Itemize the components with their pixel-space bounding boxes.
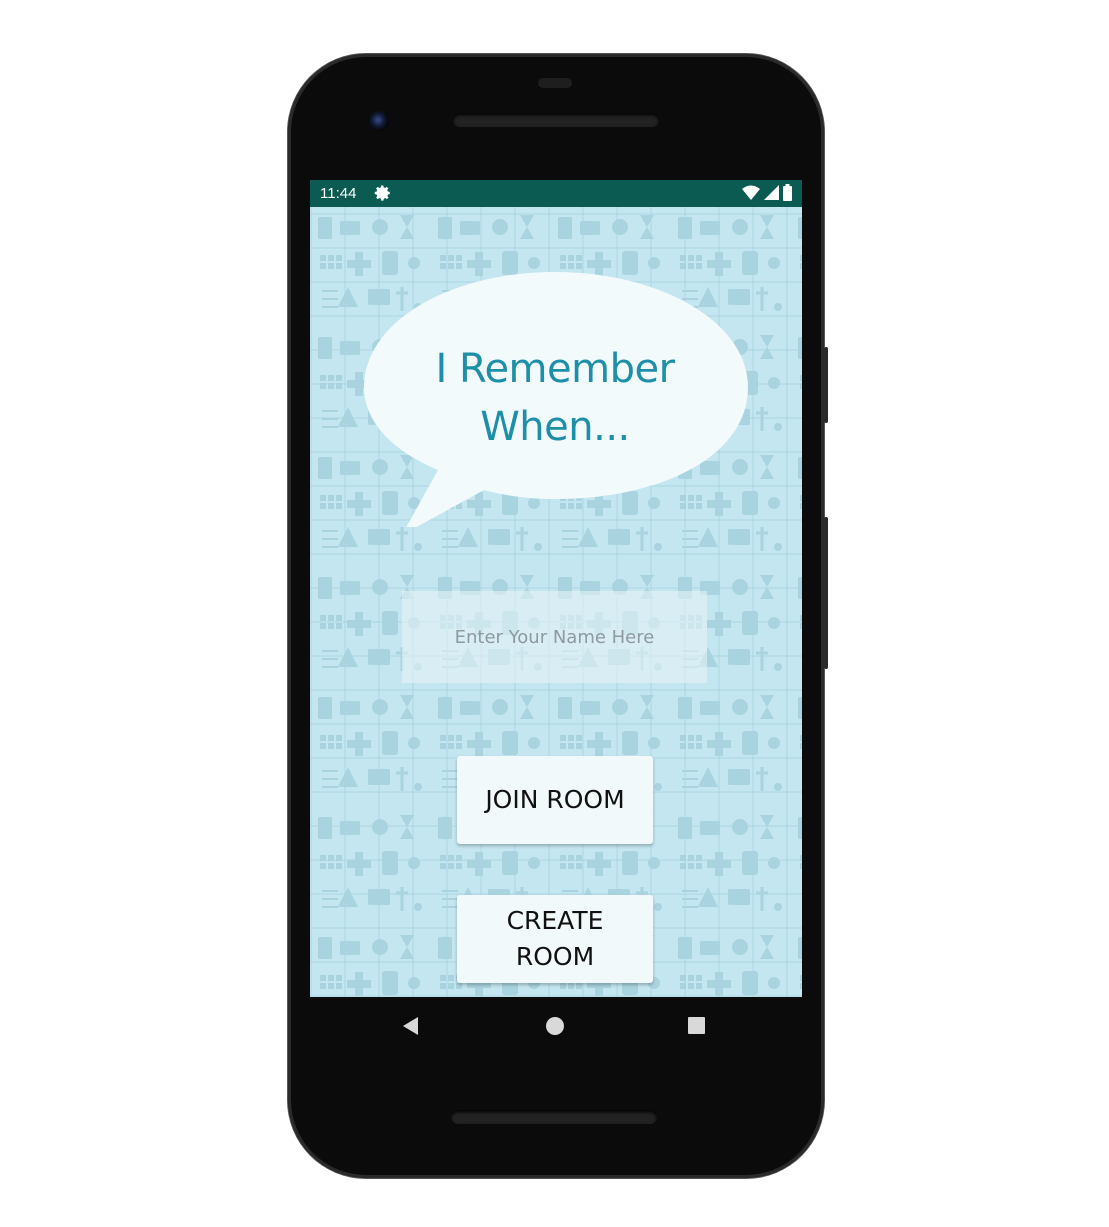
power-button (824, 347, 828, 423)
status-icons (742, 184, 792, 201)
earpiece (538, 78, 572, 88)
front-camera (369, 111, 389, 131)
app-title-line1: I Remember (435, 346, 675, 392)
app-title-line2: When... (480, 404, 630, 450)
status-time: 11:44 (320, 185, 357, 202)
main-content: I Remember When... JOIN ROOM CREATE ROOM (310, 207, 802, 997)
status-bar: 11:44 (310, 180, 802, 207)
app-title: I Remember When... (385, 340, 725, 456)
join-room-button[interactable]: JOIN ROOM (457, 756, 653, 844)
bottom-speaker-grille (451, 1110, 657, 1124)
battery-icon (783, 184, 792, 201)
home-icon[interactable] (546, 1017, 564, 1035)
volume-button (824, 517, 828, 669)
top-speaker-grille (453, 113, 659, 127)
back-icon[interactable] (403, 1017, 419, 1035)
wifi-icon (742, 185, 760, 200)
gear-icon (374, 185, 390, 201)
navigation-bar (310, 997, 802, 1055)
recents-icon[interactable] (688, 1017, 705, 1034)
create-room-button[interactable]: CREATE ROOM (457, 895, 653, 983)
signal-icon (764, 185, 779, 200)
phone-screen: 11:44 I Remember When... Enter Your Name… (310, 180, 802, 997)
name-input[interactable] (402, 591, 707, 683)
